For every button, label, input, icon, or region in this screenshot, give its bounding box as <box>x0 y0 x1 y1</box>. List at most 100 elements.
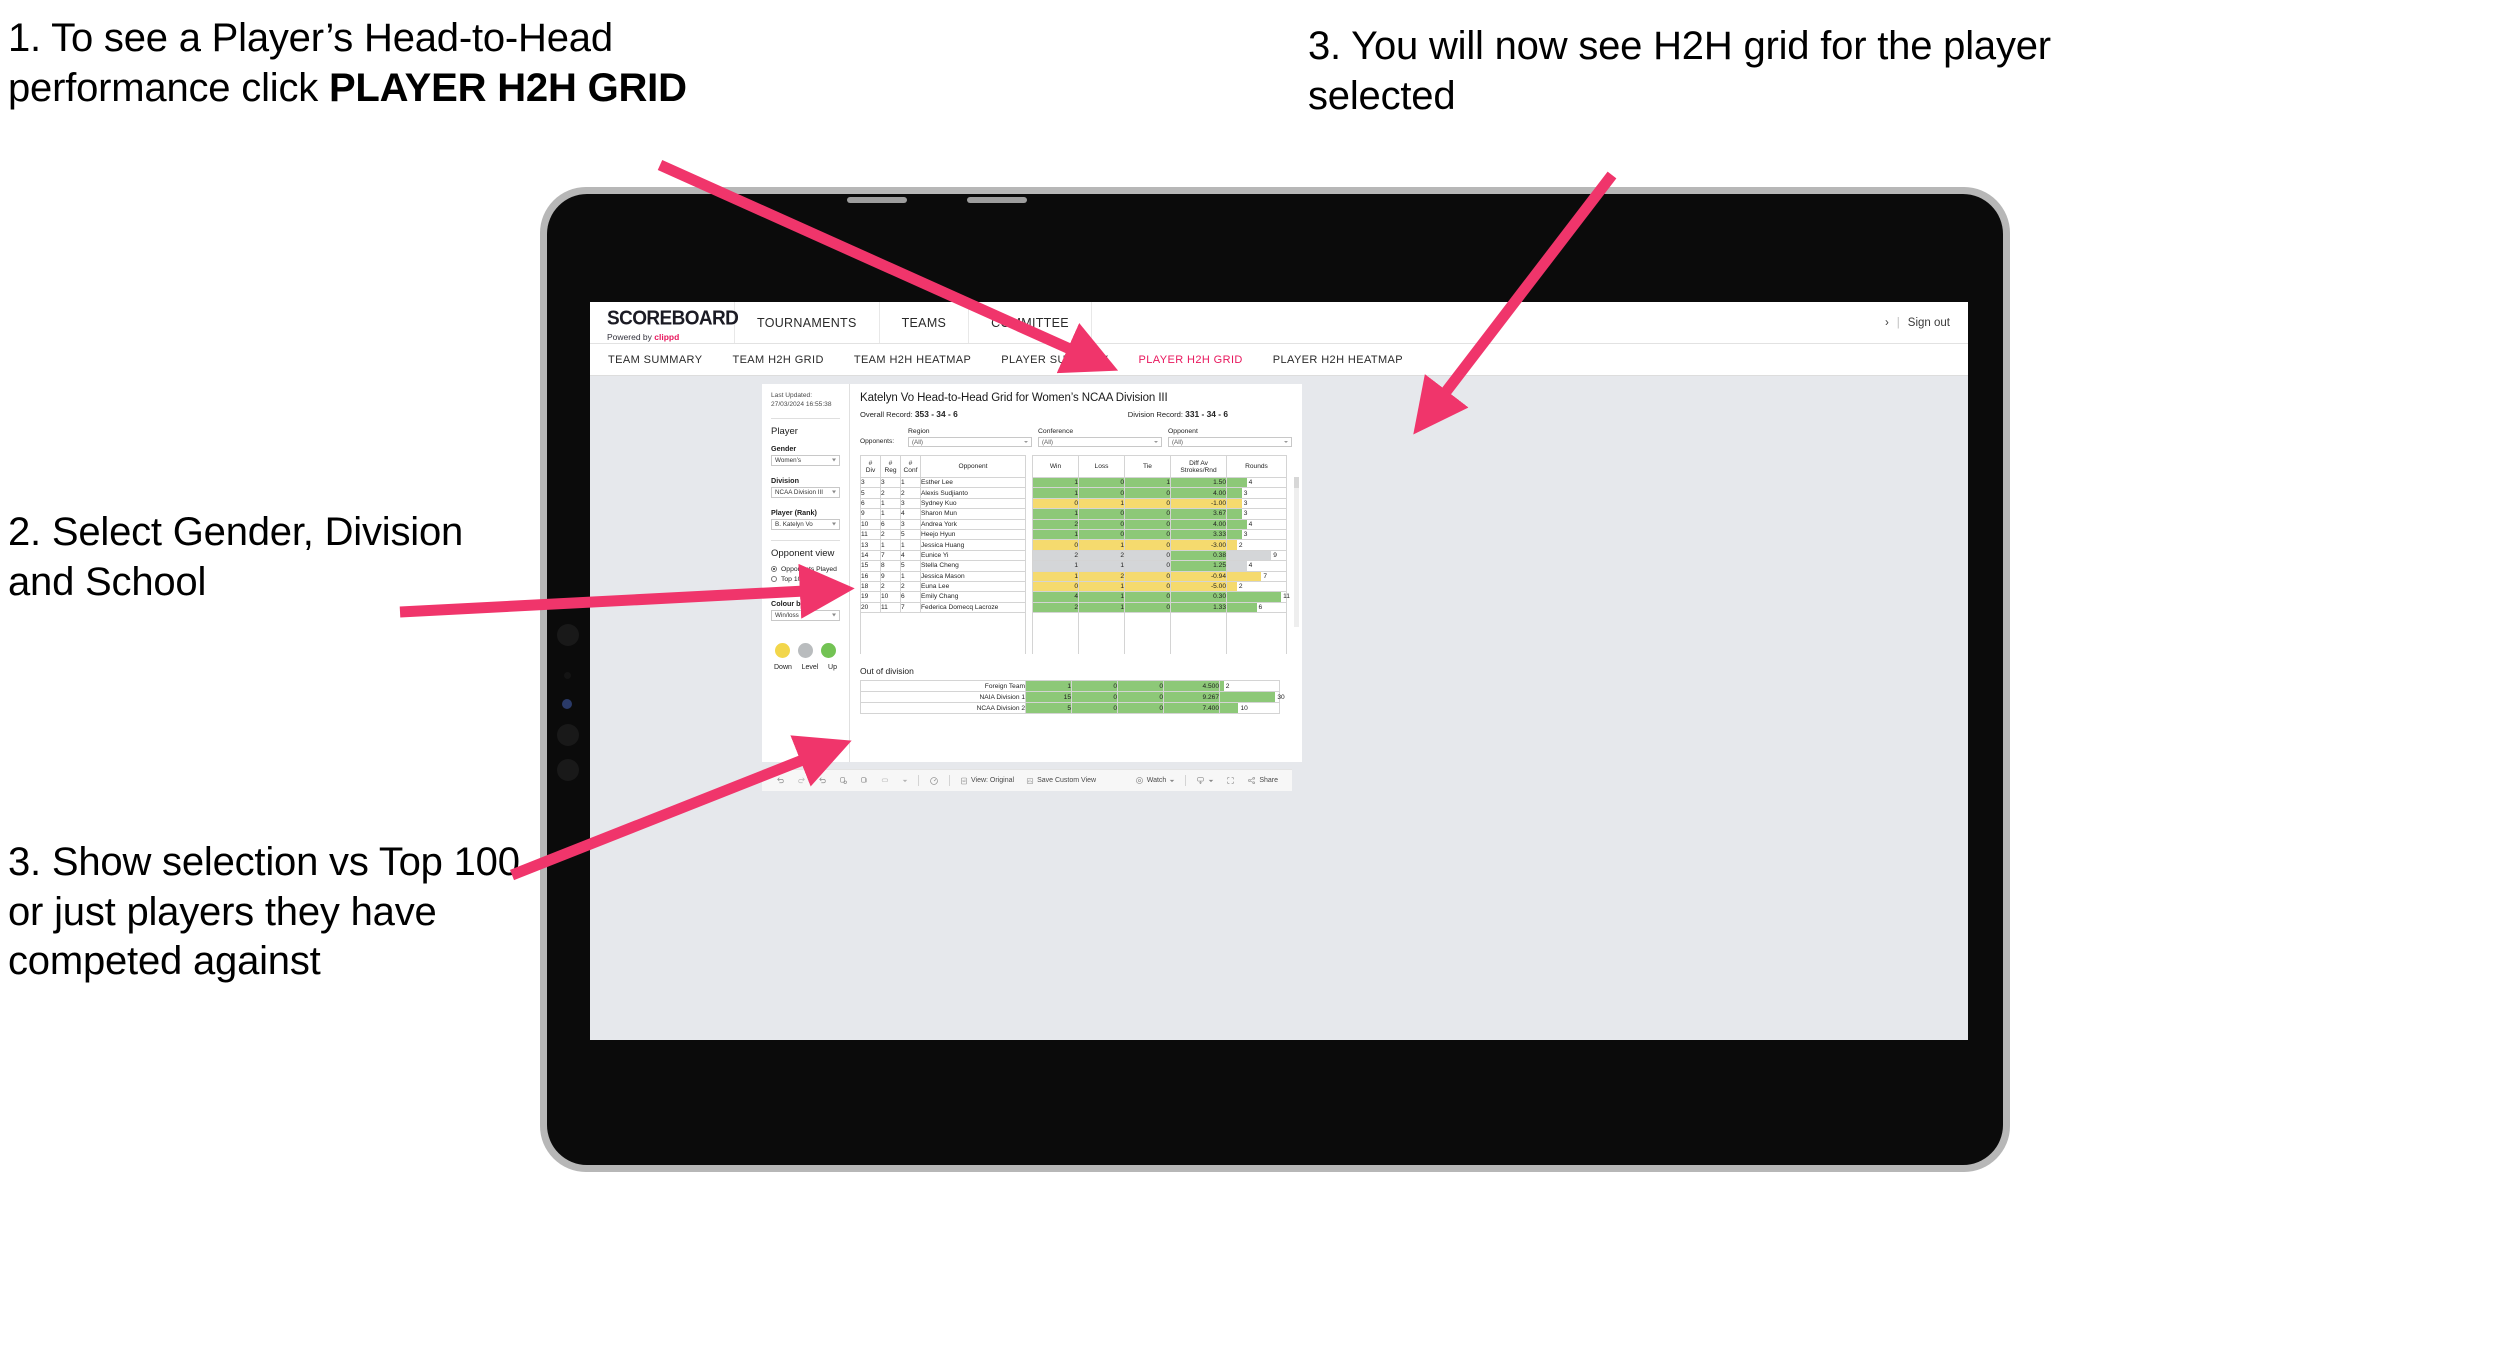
cell-opponent: Sydney Kuo <box>920 497 1026 510</box>
column-header-[interactable]: # Div <box>860 455 881 478</box>
viz-bottom-toolbar: View: Original Save Custom View Watch Sh… <box>762 769 1292 791</box>
cell-div: 5 <box>860 487 881 499</box>
cell-div: 15 <box>860 560 881 572</box>
table-row[interactable]: 10 6 3 Andrea York 2 0 0 4.00 4 <box>860 518 1287 530</box>
save-custom-view-button[interactable]: Save Custom View <box>1020 777 1102 785</box>
out-of-division-row[interactable]: NCAA Division 2 5 0 0 7.400 10 <box>860 702 1280 715</box>
cell-rounds: 11 <box>1226 591 1290 603</box>
table-row[interactable]: 18 2 2 Euna Lee 0 1 0 -5.00 2 <box>860 580 1287 593</box>
cell-opponent: Emily Chang <box>920 591 1026 603</box>
filter-conference-select[interactable]: (All) <box>1038 437 1162 447</box>
legend-label-down: Down <box>774 663 792 671</box>
cell-rounds: 3 <box>1226 487 1287 499</box>
column-header-rounds[interactable]: Rounds <box>1226 455 1287 478</box>
h2h-table-container: # Div # Reg # Conf Opponent Win Loss Tie Diff Av St… <box>860 455 1299 655</box>
cell-div: 6 <box>860 497 881 510</box>
topnav-separator: | <box>1896 316 1900 329</box>
save-custom-view-label: Save Custom View <box>1037 777 1097 784</box>
refresh-button[interactable] <box>833 776 854 785</box>
column-header-[interactable]: # Conf <box>900 455 921 478</box>
table-row[interactable]: 5 2 2 Alexis Sudjianto 1 0 0 4.00 3 <box>860 487 1287 499</box>
watch-button[interactable]: Watch <box>1129 776 1182 785</box>
fullscreen-button[interactable] <box>1220 776 1241 785</box>
column-header-win[interactable]: Win <box>1032 455 1079 478</box>
table-scrollbar-thumb[interactable] <box>1294 477 1299 488</box>
topnav-item-committee[interactable]: COMMITTEE <box>969 302 1092 343</box>
pause-clock-button[interactable] <box>923 776 945 786</box>
pause-auto-update-button[interactable] <box>854 776 875 785</box>
cell-loss: 1 <box>1078 497 1125 510</box>
table-row[interactable]: 15 8 5 Stella Cheng 1 1 0 1.25 4 <box>860 560 1287 572</box>
cell-diff: 7.400 <box>1163 702 1220 715</box>
chevron-right-icon[interactable]: › <box>1885 317 1889 329</box>
column-header-tie[interactable]: Tie <box>1124 455 1171 478</box>
cell-div: 14 <box>860 549 881 562</box>
radio-opponents-played[interactable]: Opponents Played <box>771 566 840 573</box>
topnav-item-tournaments[interactable]: TOURNAMENTS <box>735 302 880 343</box>
highlighter-dropdown-caret[interactable] <box>896 778 914 784</box>
colour-by-select[interactable]: Win/loss <box>771 609 840 621</box>
cell-conf: 1 <box>900 570 921 582</box>
sign-out-link[interactable]: Sign out <box>1908 317 1950 329</box>
overall-record-label: Overall Record: <box>860 410 913 419</box>
out-of-division-row[interactable]: Foreign Team 1 0 0 4.500 2 <box>860 680 1280 693</box>
filter-region-select[interactable]: (All) <box>908 437 1032 447</box>
cell-conf: 1 <box>900 476 921 489</box>
subnav-item-player-summary[interactable]: PLAYER SUMMARY <box>1001 354 1124 366</box>
radio-top-100[interactable]: Top 100 <box>771 576 840 583</box>
highlighter-button[interactable] <box>875 776 896 785</box>
cell-tie: 0 <box>1124 539 1171 551</box>
table-row[interactable]: 20 11 7 Federica Domecq Lacroze 2 1 0 1.33 6 <box>860 601 1287 614</box>
cell-win: 15 <box>1025 691 1072 704</box>
table-row[interactable]: 19 10 6 Emily Chang 4 1 0 0.30 11 <box>860 591 1290 603</box>
annotation-step-3-right: 3. You will now see H2H grid for the pla… <box>1308 24 2051 118</box>
cell-div: 9 <box>860 508 881 520</box>
subnav-item-team-h2h-heatmap[interactable]: TEAM H2H HEATMAP <box>854 354 987 366</box>
legend-label-level: Level <box>801 663 819 671</box>
table-row[interactable]: 9 1 4 Sharon Mun 1 0 0 3.67 3 <box>860 508 1287 520</box>
cell-reg: 1 <box>880 508 901 520</box>
subnav-item-player-h2h-heatmap[interactable]: PLAYER H2H HEATMAP <box>1273 354 1419 366</box>
table-row[interactable]: 3 3 1 Esther Lee 1 0 1 1.50 4 <box>860 476 1287 489</box>
player-rank-select[interactable]: B. Katelyn Vo <box>771 518 840 530</box>
table-row[interactable]: 14 7 4 Eunice Yi 2 2 0 0.38 9 <box>860 549 1287 562</box>
cell-win: 0 <box>1032 539 1079 551</box>
cell-reg: 3 <box>880 476 901 489</box>
revert-button[interactable] <box>812 776 833 785</box>
cell-tie: 0 <box>1117 680 1164 693</box>
table-row[interactable]: 11 2 5 Heejo Hyun 1 0 0 3.33 3 <box>860 528 1287 541</box>
undo-button[interactable] <box>770 776 791 785</box>
cell-reg: 6 <box>880 518 901 530</box>
out-of-division-row[interactable]: NAIA Division 1 15 0 0 9.267 30 <box>860 691 1285 704</box>
download-button[interactable] <box>1190 776 1220 785</box>
subnav-item-player-h2h-grid[interactable]: PLAYER H2H GRID <box>1139 354 1259 366</box>
subnav-item-team-summary[interactable]: TEAM SUMMARY <box>608 354 718 366</box>
brand-logo[interactable]: SCOREBOARD Powered by clippd <box>590 302 739 343</box>
chevron-down-icon <box>1284 441 1288 443</box>
cell-rounds: 2 <box>1226 539 1287 551</box>
view-original-button[interactable]: View: Original <box>954 777 1020 785</box>
share-button[interactable]: Share <box>1241 776 1284 785</box>
toolbar-divider-2 <box>949 775 950 786</box>
filter-opponent-select[interactable]: (All) <box>1168 437 1292 447</box>
redo-button[interactable] <box>791 776 812 785</box>
table-scrollbar-track[interactable] <box>1294 477 1299 627</box>
out-of-division-table: Foreign Team 1 0 0 4.500 2 NAIA Division 1 15 0 0… <box>860 680 1285 715</box>
cell-loss: 0 <box>1071 680 1118 693</box>
topnav-item-teams[interactable]: TEAMS <box>880 302 970 343</box>
column-header-diff-av[interactable]: Diff Av Strokes/Rnd <box>1170 455 1227 478</box>
column-header-[interactable]: # Reg <box>880 455 901 478</box>
chevron-down-icon <box>832 458 836 462</box>
column-header-loss[interactable]: Loss <box>1078 455 1125 478</box>
table-row[interactable]: 16 9 1 Jessica Mason 1 2 0 -0.94 7 <box>860 570 1287 582</box>
table-row[interactable]: 13 1 1 Jessica Huang 0 1 0 -3.00 2 <box>860 539 1287 551</box>
division-select[interactable]: NCAA Division III <box>771 486 840 498</box>
gender-select[interactable]: Women’s <box>771 454 840 466</box>
table-row[interactable]: 6 1 3 Sydney Kuo 0 1 0 -1.00 3 <box>860 497 1287 510</box>
subnav-item-team-h2h-grid[interactable]: TEAM H2H GRID <box>732 354 839 366</box>
column-header-opponent[interactable]: Opponent <box>920 455 1026 478</box>
cell-conf: 1 <box>900 539 921 551</box>
h2h-table-head: # Div # Reg # Conf Opponent Win Loss Tie Diff Av St… <box>860 455 1287 478</box>
divider-2 <box>771 539 840 541</box>
legend-dot-level <box>798 642 813 658</box>
